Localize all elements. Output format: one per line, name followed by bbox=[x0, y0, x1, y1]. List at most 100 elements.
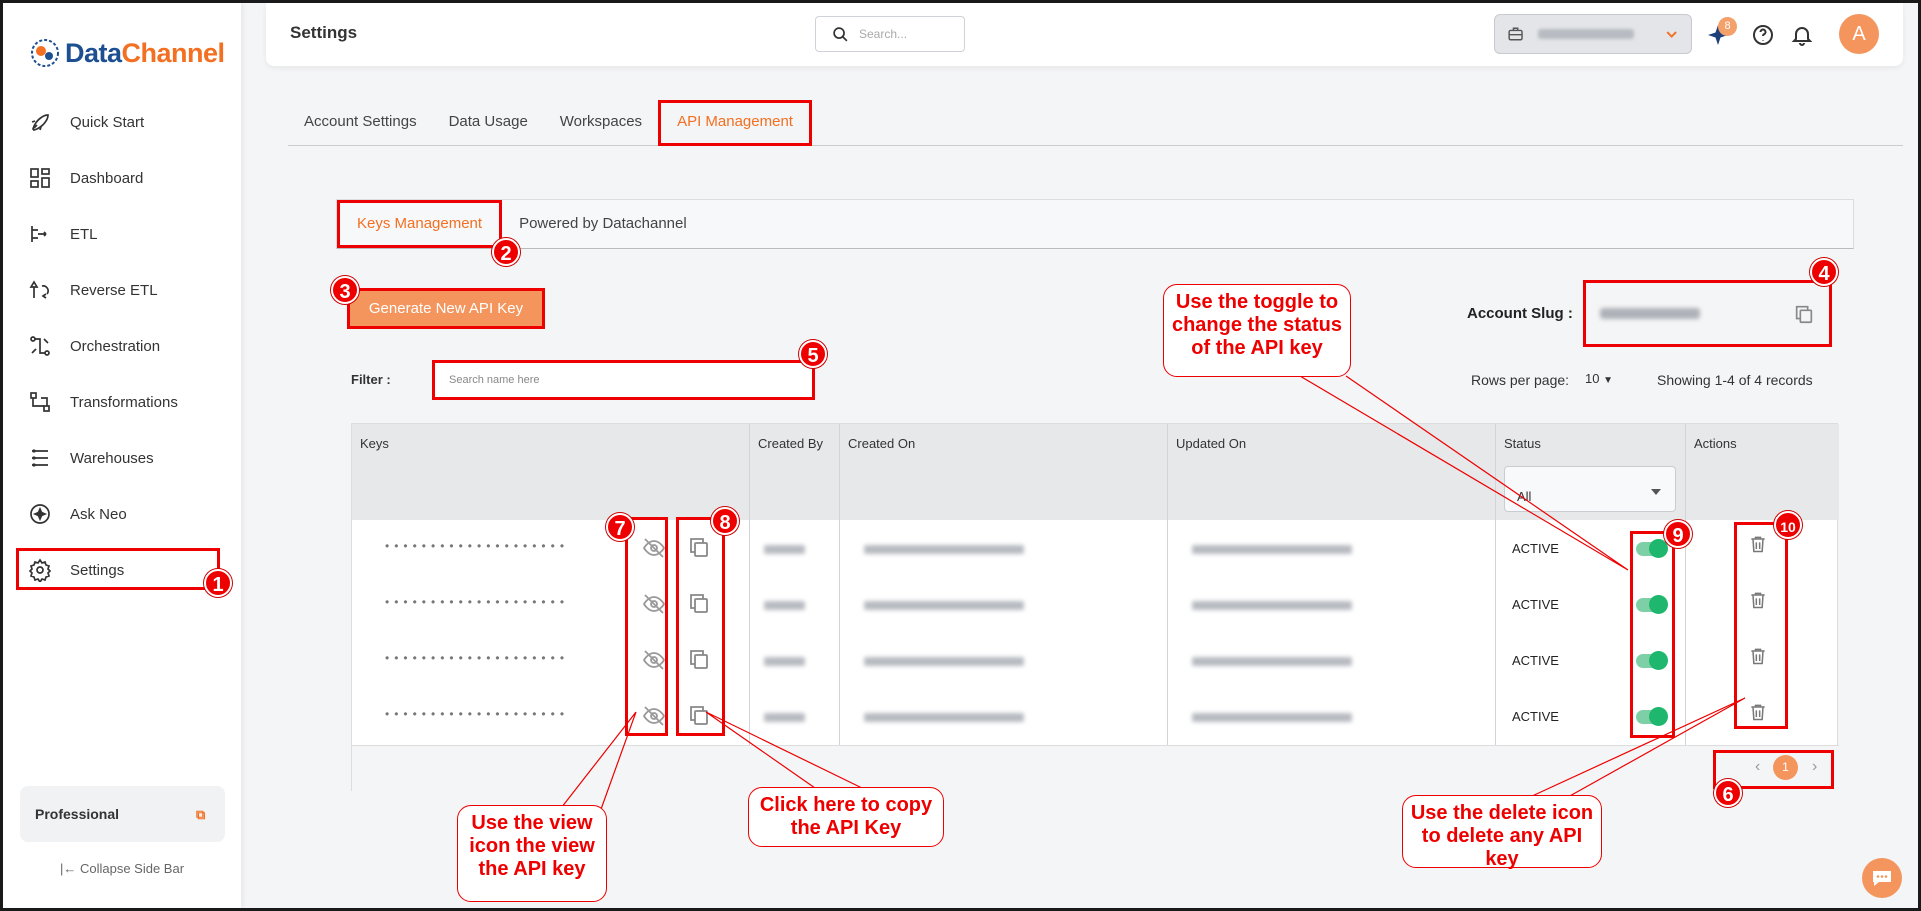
callout-view: Use the view icon the view the API key bbox=[457, 805, 607, 902]
api-keys-table: Keys Created By Created On Updated On St… bbox=[351, 423, 1839, 791]
sidebar-item-quick-start[interactable]: Quick Start bbox=[3, 94, 241, 150]
status-toggle[interactable] bbox=[1636, 595, 1668, 614]
bell-icon[interactable] bbox=[1790, 23, 1814, 47]
sidebar-item-label: ETL bbox=[70, 225, 98, 243]
eye-off-icon[interactable] bbox=[642, 704, 666, 728]
copy-icon[interactable] bbox=[687, 647, 711, 671]
redacted-cell-0 bbox=[764, 545, 805, 554]
annotation-number-8: 8 bbox=[711, 507, 739, 535]
trash-icon[interactable] bbox=[1748, 533, 1768, 555]
table-row: •••••••••••••••••••• ACTIVE bbox=[352, 576, 1839, 632]
workspace-name-redacted bbox=[1538, 29, 1634, 39]
page-title: Settings bbox=[290, 23, 358, 42]
logo[interactable]: DataChannel bbox=[29, 33, 225, 73]
plan-name: Professional bbox=[35, 806, 120, 822]
gear-icon bbox=[28, 558, 52, 582]
redacted-cell-0 bbox=[764, 657, 805, 666]
sidebar-item-label: Orchestration bbox=[70, 337, 161, 355]
external-link-icon[interactable]: ⧉ bbox=[196, 807, 210, 822]
sidebar-item-ask-neo[interactable]: Ask Neo bbox=[3, 486, 241, 542]
top-header: Settings Search... 8 A bbox=[266, 3, 1903, 66]
sidebar-item-reverse-etl[interactable]: Reverse ETL bbox=[3, 262, 241, 318]
table-footer: ‹ 1 › bbox=[352, 745, 1839, 791]
collapse-sidebar-button[interactable]: |← Collapse Side Bar bbox=[3, 861, 241, 876]
workspace-selector[interactable] bbox=[1494, 14, 1692, 54]
trash-icon[interactable] bbox=[1748, 589, 1768, 611]
search-icon bbox=[833, 26, 848, 41]
status-toggle[interactable] bbox=[1636, 707, 1668, 726]
masked-api-key: •••••••••••••••••••• bbox=[385, 539, 570, 553]
plan-card[interactable]: Professional ⧉ bbox=[20, 786, 225, 842]
dashboard-icon bbox=[30, 168, 50, 188]
subtab-keys-management[interactable]: Keys Management bbox=[337, 200, 503, 248]
account-slug-label: Account Slug : bbox=[1467, 305, 1573, 322]
callout-toggle: Use the toggle to change the status of t… bbox=[1163, 284, 1351, 377]
tab-account-settings[interactable]: Account Settings bbox=[288, 100, 433, 146]
chat-widget-button[interactable] bbox=[1862, 858, 1902, 898]
status-text: ACTIVE bbox=[1512, 709, 1559, 724]
rows-per-page-label: Rows per page: bbox=[1471, 372, 1570, 388]
redacted-cell-0 bbox=[764, 601, 805, 610]
sidebar-item-label: Quick Start bbox=[70, 113, 145, 131]
tab-workspaces[interactable]: Workspaces bbox=[544, 100, 658, 146]
column-header-updated-on: Updated On bbox=[1176, 436, 1247, 451]
redacted-cell-1 bbox=[864, 713, 1024, 722]
column-header-created-by: Created By bbox=[758, 436, 824, 451]
chevron-down-icon bbox=[1666, 31, 1677, 38]
status-toggle[interactable] bbox=[1636, 539, 1668, 558]
column-header-keys: Keys bbox=[360, 436, 389, 451]
status-filter-select[interactable]: All bbox=[1504, 466, 1676, 512]
callout-delete: Use the delete icon to delete any API ke… bbox=[1402, 795, 1602, 870]
redacted-cell-2 bbox=[1192, 713, 1352, 722]
eye-off-icon[interactable] bbox=[642, 592, 666, 616]
account-slug-field bbox=[1583, 280, 1832, 347]
collapse-arrow-icon: |← bbox=[59, 861, 77, 876]
sidebar-item-etl[interactable]: ETL bbox=[3, 206, 241, 262]
table-row: •••••••••••••••••••• ACTIVE bbox=[352, 520, 1839, 576]
rows-per-page-value: 10 bbox=[1585, 371, 1600, 386]
records-count: Showing 1-4 of 4 records bbox=[1657, 372, 1813, 388]
api-subtabs: Keys Management Powered by Datachannel bbox=[336, 199, 1854, 249]
eye-off-icon[interactable] bbox=[642, 648, 666, 672]
tab-data-usage[interactable]: Data Usage bbox=[433, 100, 544, 146]
logo-mark-icon bbox=[31, 39, 59, 67]
redacted-cell-0 bbox=[764, 713, 805, 722]
etl-icon bbox=[31, 226, 47, 242]
sidebar-item-warehouses[interactable]: Warehouses bbox=[3, 430, 241, 486]
subtab-powered-by[interactable]: Powered by Datachannel bbox=[502, 200, 704, 248]
copy-icon[interactable] bbox=[687, 591, 711, 615]
copy-icon[interactable] bbox=[1793, 303, 1815, 325]
tab-api-management[interactable]: API Management bbox=[658, 100, 812, 146]
rows-per-page-select[interactable]: 10 ▼ bbox=[1585, 371, 1613, 386]
annotation-number-10: 10 bbox=[1774, 511, 1802, 539]
page-1-button[interactable]: 1 bbox=[1773, 755, 1798, 780]
help-icon[interactable] bbox=[1751, 23, 1775, 47]
logo-text: DataChannel bbox=[65, 37, 225, 68]
copy-icon[interactable] bbox=[687, 535, 711, 559]
collapse-label: Collapse Side Bar bbox=[79, 861, 185, 876]
sidebar: DataChannel Quick Start Dashboard ETL Re… bbox=[3, 3, 241, 908]
status-toggle[interactable] bbox=[1636, 651, 1668, 670]
reverse-etl-icon bbox=[29, 280, 49, 299]
chat-icon bbox=[1873, 871, 1891, 886]
trash-icon[interactable] bbox=[1748, 645, 1768, 667]
search-placeholder: Search... bbox=[859, 27, 908, 41]
eye-off-icon[interactable] bbox=[642, 536, 666, 560]
ask-neo-icon bbox=[30, 504, 50, 524]
generate-api-key-button[interactable]: Generate New API Key bbox=[347, 288, 545, 329]
next-page-icon[interactable]: › bbox=[1812, 758, 1817, 776]
avatar[interactable]: A bbox=[1839, 14, 1879, 54]
annotation-number-4: 4 bbox=[1810, 258, 1838, 286]
annotation-number-7: 7 bbox=[606, 513, 634, 541]
filter-search-input[interactable]: Search name here bbox=[432, 360, 815, 400]
sidebar-item-transformations[interactable]: Transformations bbox=[3, 374, 241, 430]
sidebar-item-label: Warehouses bbox=[70, 449, 154, 467]
trash-icon[interactable] bbox=[1748, 701, 1768, 723]
sidebar-item-dashboard[interactable]: Dashboard bbox=[3, 150, 241, 206]
transformations-icon bbox=[30, 392, 50, 412]
search-input[interactable]: Search... bbox=[815, 16, 965, 52]
prev-page-icon[interactable]: ‹ bbox=[1755, 758, 1760, 776]
sidebar-item-orchestration[interactable]: Orchestration bbox=[3, 318, 241, 374]
copy-icon[interactable] bbox=[687, 703, 711, 727]
annotation-number-6: 6 bbox=[1714, 779, 1742, 807]
